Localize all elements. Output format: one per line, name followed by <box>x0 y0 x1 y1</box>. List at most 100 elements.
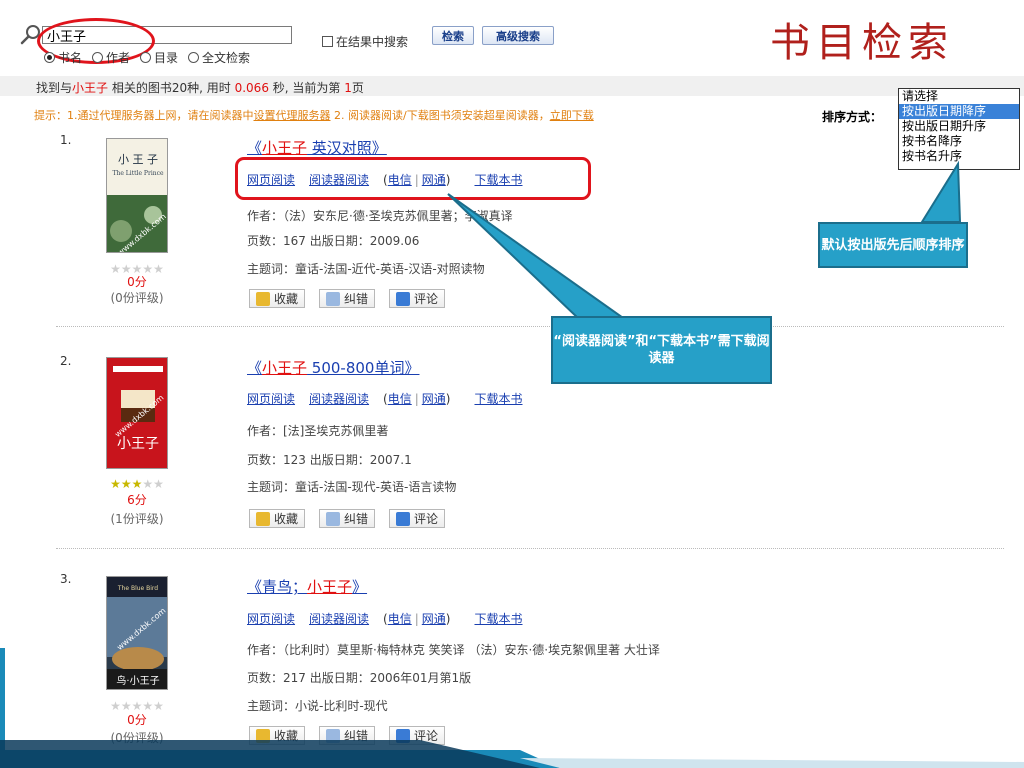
search-within-checkbox[interactable] <box>322 36 333 47</box>
summary-keyword: 小王子 <box>72 81 109 95</box>
search-scope-options: 书名 作者 目录 全文检索 <box>44 49 250 66</box>
book-cover[interactable]: The Blue Bird 鸟·小王子 www.dxbk.com <box>106 576 168 690</box>
book-cover[interactable]: 小 王 子 The Little Prince www.dxbk.com <box>106 138 168 253</box>
netcom-link[interactable]: 网通 <box>422 612 446 626</box>
result-number: 3. <box>60 572 72 586</box>
mirror-links: (电信 | 网通) <box>383 612 451 626</box>
collect-label: 收藏 <box>274 512 299 526</box>
summary-prefix: 找到与 <box>36 81 73 95</box>
reader-read-link[interactable]: 阅读器阅读 <box>309 390 369 407</box>
collect-button[interactable]: 收藏 <box>249 509 306 528</box>
netcom-link[interactable]: 网通 <box>422 392 446 406</box>
download-book-link[interactable]: 下载本书 <box>474 610 522 627</box>
book-title-link[interactable]: 《小王子 英汉对照》 <box>247 137 387 158</box>
radio-label: 作者 <box>106 51 131 65</box>
summary-middle: 相关的图书20种, 用时 <box>111 81 231 95</box>
result-number: 1. <box>60 133 72 147</box>
book-subject: 主题词：小说-比利时-现代 <box>247 699 388 713</box>
radio-fulltext[interactable]: 全文检索 <box>188 49 250 66</box>
radio-label: 书名 <box>58 51 83 65</box>
rating-stars: ★★★★★ <box>110 477 164 491</box>
correct-button[interactable]: 纠错 <box>319 289 376 308</box>
result-divider <box>56 548 1004 549</box>
rating-score: 0分 <box>127 713 147 727</box>
radio-title[interactable]: 书名 <box>44 49 82 66</box>
book-title-rest[interactable]: 英汉对照》 <box>307 139 387 157</box>
book-cover-image: 小 王 子 The Little Prince www.dxbk.com <box>107 139 167 252</box>
web-read-link[interactable]: 网页阅读 <box>247 390 295 407</box>
radio-toc[interactable]: 目录 <box>140 49 178 66</box>
book-actions: 收藏 纠错 评论 <box>249 289 446 308</box>
svg-text:小王子: 小王子 <box>117 436 159 452</box>
comment-icon <box>396 511 411 526</box>
book-title-rest[interactable]: 500-800单词》 <box>307 359 420 377</box>
book-title-rest[interactable]: 》 <box>352 578 367 596</box>
svg-text:The Blue Bird: The Blue Bird <box>117 585 158 592</box>
collect-icon <box>256 291 270 306</box>
search-within-results[interactable]: 在结果中搜索 <box>322 33 408 50</box>
search-within-label: 在结果中搜索 <box>336 35 409 49</box>
book-title-prefix[interactable]: 《 <box>247 359 262 377</box>
book-cover-image: The Blue Bird 鸟·小王子 www.dxbk.com <box>107 577 167 689</box>
proxy-settings-link[interactable]: 设置代理服务器 <box>254 109 331 122</box>
hint-text-1: 提示：1.通过代理服务器上网，请在阅读器中 <box>34 109 254 122</box>
slide-bottom-bar <box>0 740 1024 768</box>
book-title-link[interactable]: 《青鸟；小王子》 <box>247 576 367 597</box>
result-summary: 找到与小王子 相关的图书20种, 用时 0.066 秒, 当前为第 1页 <box>36 79 364 96</box>
sort-option[interactable]: 请选择 <box>899 89 1019 104</box>
collect-button[interactable]: 收藏 <box>249 289 306 308</box>
book-title-prefix[interactable]: 《青鸟； <box>247 578 307 596</box>
reader-callout: “阅读器阅读”和“下载本书”需下载阅读器 <box>551 316 772 384</box>
radio-dot[interactable] <box>188 52 200 63</box>
book-title-keyword[interactable]: 小王子 <box>307 578 352 596</box>
correct-label: 纠错 <box>344 512 369 526</box>
radio-label: 全文检索 <box>202 51 251 65</box>
reader-read-link[interactable]: 阅读器阅读 <box>309 610 369 627</box>
summary-page: 1 <box>344 81 352 95</box>
svg-text:小 王 子: 小 王 子 <box>118 153 158 166</box>
advanced-search-button[interactable]: 高级搜索 <box>482 26 554 45</box>
book-title-prefix[interactable]: 《 <box>247 139 262 157</box>
book-author: 作者：[法]圣埃克苏佩里著 <box>247 424 389 438</box>
search-button[interactable]: 检索 <box>432 26 474 45</box>
book-cover-image: 小王子 www.dxbk.com <box>107 358 167 468</box>
book-pages-date: 页数：167 出版日期：2009.06 <box>247 234 420 248</box>
svg-text:鸟·小王子: 鸟·小王子 <box>116 674 159 687</box>
download-reader-link[interactable]: 立即下载 <box>550 109 594 122</box>
sort-option-selected[interactable]: 按出版日期降序 <box>899 104 1019 119</box>
correct-button[interactable]: 纠错 <box>319 509 376 528</box>
comment-icon <box>396 291 411 306</box>
book-title-keyword[interactable]: 小王子 <box>262 139 307 157</box>
book-title-keyword[interactable]: 小王子 <box>262 359 307 377</box>
pencil-icon <box>326 291 341 306</box>
book-links: 网页阅读 阅读器阅读 (电信 | 网通) 下载本书 <box>247 390 523 407</box>
pencil-icon <box>326 511 341 526</box>
radio-dot[interactable] <box>92 52 104 63</box>
comment-button[interactable]: 评论 <box>389 289 446 308</box>
svg-text:The Little Prince: The Little Prince <box>112 170 163 177</box>
reader-callout-pointer <box>447 193 630 321</box>
book-pages-date: 页数：123 出版日期：2007.1 <box>247 453 412 467</box>
book-title-link[interactable]: 《小王子 500-800单词》 <box>247 357 419 378</box>
collect-label: 收藏 <box>274 292 299 306</box>
book-cover[interactable]: 小王子 www.dxbk.com <box>106 357 168 469</box>
book-pages-date: 页数：217 出版日期：2006年01月第1版 <box>247 671 472 685</box>
sort-option[interactable]: 按出版日期升序 <box>899 119 1019 134</box>
hint-text-2: 2. 阅读器阅读/下载图书须安装超星阅读器， <box>330 109 550 122</box>
summary-suffix: 秒, 当前为第 <box>272 81 341 95</box>
radio-author[interactable]: 作者 <box>92 49 130 66</box>
sort-label: 排序方式： <box>822 110 883 124</box>
comment-button[interactable]: 评论 <box>389 509 446 528</box>
sort-option[interactable]: 按书名降序 <box>899 134 1019 149</box>
telecom-link[interactable]: 电信 <box>388 392 412 406</box>
hint-line: 提示：1.通过代理服务器上网，请在阅读器中设置代理服务器 2. 阅读器阅读/下载… <box>34 107 594 123</box>
radio-dot[interactable] <box>140 52 152 63</box>
rating-score: 6分 <box>127 493 147 507</box>
rating-votes: (1份评级) <box>110 512 164 526</box>
radio-dot[interactable] <box>44 52 55 63</box>
sort-callout: 默认按出版先后顺序排序 <box>818 222 968 268</box>
telecom-link[interactable]: 电信 <box>388 612 412 626</box>
web-read-link[interactable]: 网页阅读 <box>247 610 295 627</box>
download-book-link[interactable]: 下载本书 <box>474 390 522 407</box>
correct-label: 纠错 <box>344 292 369 306</box>
